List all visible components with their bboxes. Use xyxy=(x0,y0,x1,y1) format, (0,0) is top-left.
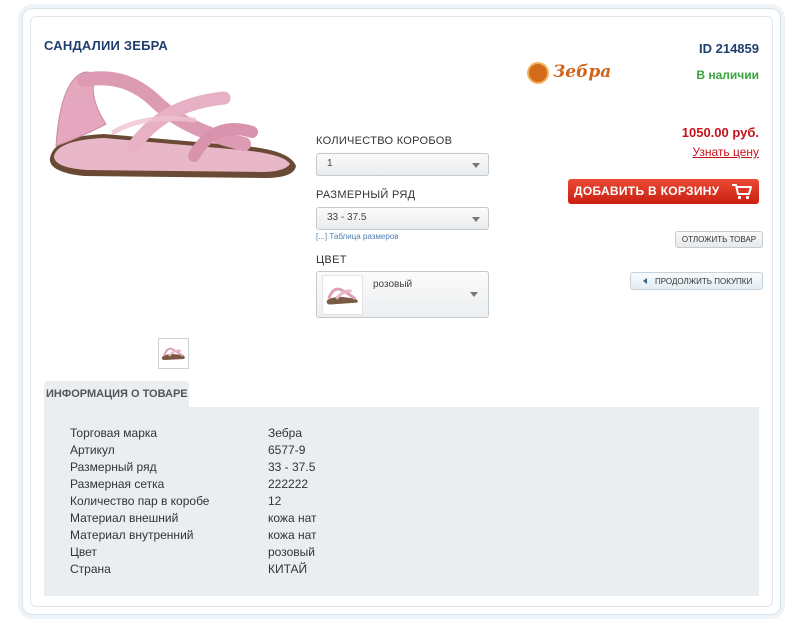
info-value: 33 - 37.5 xyxy=(268,460,316,474)
info-value: розовый xyxy=(268,545,315,559)
info-row: Размерный ряд 33 - 37.5 xyxy=(70,460,670,477)
info-key: Размерный ряд xyxy=(70,460,157,474)
continue-shopping-label: ПРОДОЛЖИТЬ ПОКУПКИ xyxy=(655,277,753,286)
brand-logo-word: Зебра xyxy=(553,62,612,82)
info-row: Торговая марка Зебра xyxy=(70,426,670,443)
product-info-panel: Торговая марка Зебра Артикул 6577-9 Размер… xyxy=(44,407,759,596)
color-select-value: розовый xyxy=(373,279,413,290)
info-value: 6577-9 xyxy=(268,443,306,457)
chevron-down-icon xyxy=(472,217,480,222)
info-row: Цвет розовый xyxy=(70,545,670,562)
boxes-select-value: 1 xyxy=(327,158,333,169)
info-row: Артикул 6577-9 xyxy=(70,443,670,460)
color-label: ЦВЕТ xyxy=(316,254,347,266)
product-id: ID 214859 xyxy=(699,41,759,56)
add-to-cart-button[interactable]: ДОБАВИТЬ В КОРЗИНУ xyxy=(568,179,759,204)
info-key: Материал внутренний xyxy=(70,528,194,542)
stock-status: В наличии xyxy=(696,68,759,82)
info-value: КИТАЙ xyxy=(268,562,308,576)
boxes-select[interactable]: 1 xyxy=(316,153,489,176)
product-image[interactable] xyxy=(44,60,302,192)
info-key: Цвет xyxy=(70,545,97,559)
info-value: кожа нат xyxy=(268,511,317,525)
tab-product-info[interactable]: ИНФОРМАЦИЯ О ТОВАРЕ xyxy=(44,381,189,408)
info-key: Количество пар в коробе xyxy=(70,494,210,508)
info-key: Страна xyxy=(70,562,111,576)
thumbnail-image xyxy=(161,347,185,360)
shopping-cart-icon xyxy=(732,184,752,200)
info-value: 222222 xyxy=(268,477,309,491)
product-title: САНДАЛИИ ЗЕБРА xyxy=(44,38,168,53)
info-key: Материал внешний xyxy=(70,511,179,525)
info-key: Торговая марка xyxy=(70,426,158,440)
info-value: 12 xyxy=(268,494,282,508)
triangle-left-icon xyxy=(643,278,647,284)
continue-shopping-button[interactable]: ПРОДОЛЖИТЬ ПОКУПКИ xyxy=(630,272,763,290)
color-swatch-image xyxy=(322,275,363,315)
info-key: Артикул xyxy=(70,443,115,457)
info-row: Размерная сетка 222222 xyxy=(70,477,670,494)
info-row: Материал внутренний кожа нат xyxy=(70,528,670,545)
product-price: 1050.00 руб. xyxy=(681,125,759,140)
chevron-down-icon xyxy=(470,292,478,297)
size-label: РАЗМЕРНЫЙ РЯД xyxy=(316,189,416,201)
ask-price-link[interactable]: Узнать цену xyxy=(692,145,759,159)
add-to-cart-label: ДОБАВИТЬ В КОРЗИНУ xyxy=(574,184,720,198)
brand-seal-icon xyxy=(527,62,549,84)
info-value: Зебра xyxy=(268,426,303,440)
info-key: Размерная сетка xyxy=(70,477,165,491)
size-select[interactable]: 33 - 37.5 xyxy=(316,207,489,230)
size-select-value: 33 - 37.5 xyxy=(327,212,367,223)
info-value: кожа нат xyxy=(268,528,317,542)
product-thumbnail[interactable] xyxy=(158,338,189,369)
size-table-link[interactable]: [...] Таблица размеров xyxy=(316,232,399,241)
defer-item-button[interactable]: ОТЛОЖИТЬ ТОВАР xyxy=(675,231,763,248)
brand-logo[interactable]: Зебра xyxy=(527,60,611,88)
info-row: Материал внешний кожа нат xyxy=(70,511,670,528)
color-select[interactable]: розовый xyxy=(316,271,489,318)
info-row: Страна КИТАЙ xyxy=(70,562,670,579)
boxes-label: КОЛИЧЕСТВО КОРОБОВ xyxy=(316,135,453,147)
chevron-down-icon xyxy=(472,163,480,168)
info-row: Количество пар в коробе 12 xyxy=(70,494,670,511)
